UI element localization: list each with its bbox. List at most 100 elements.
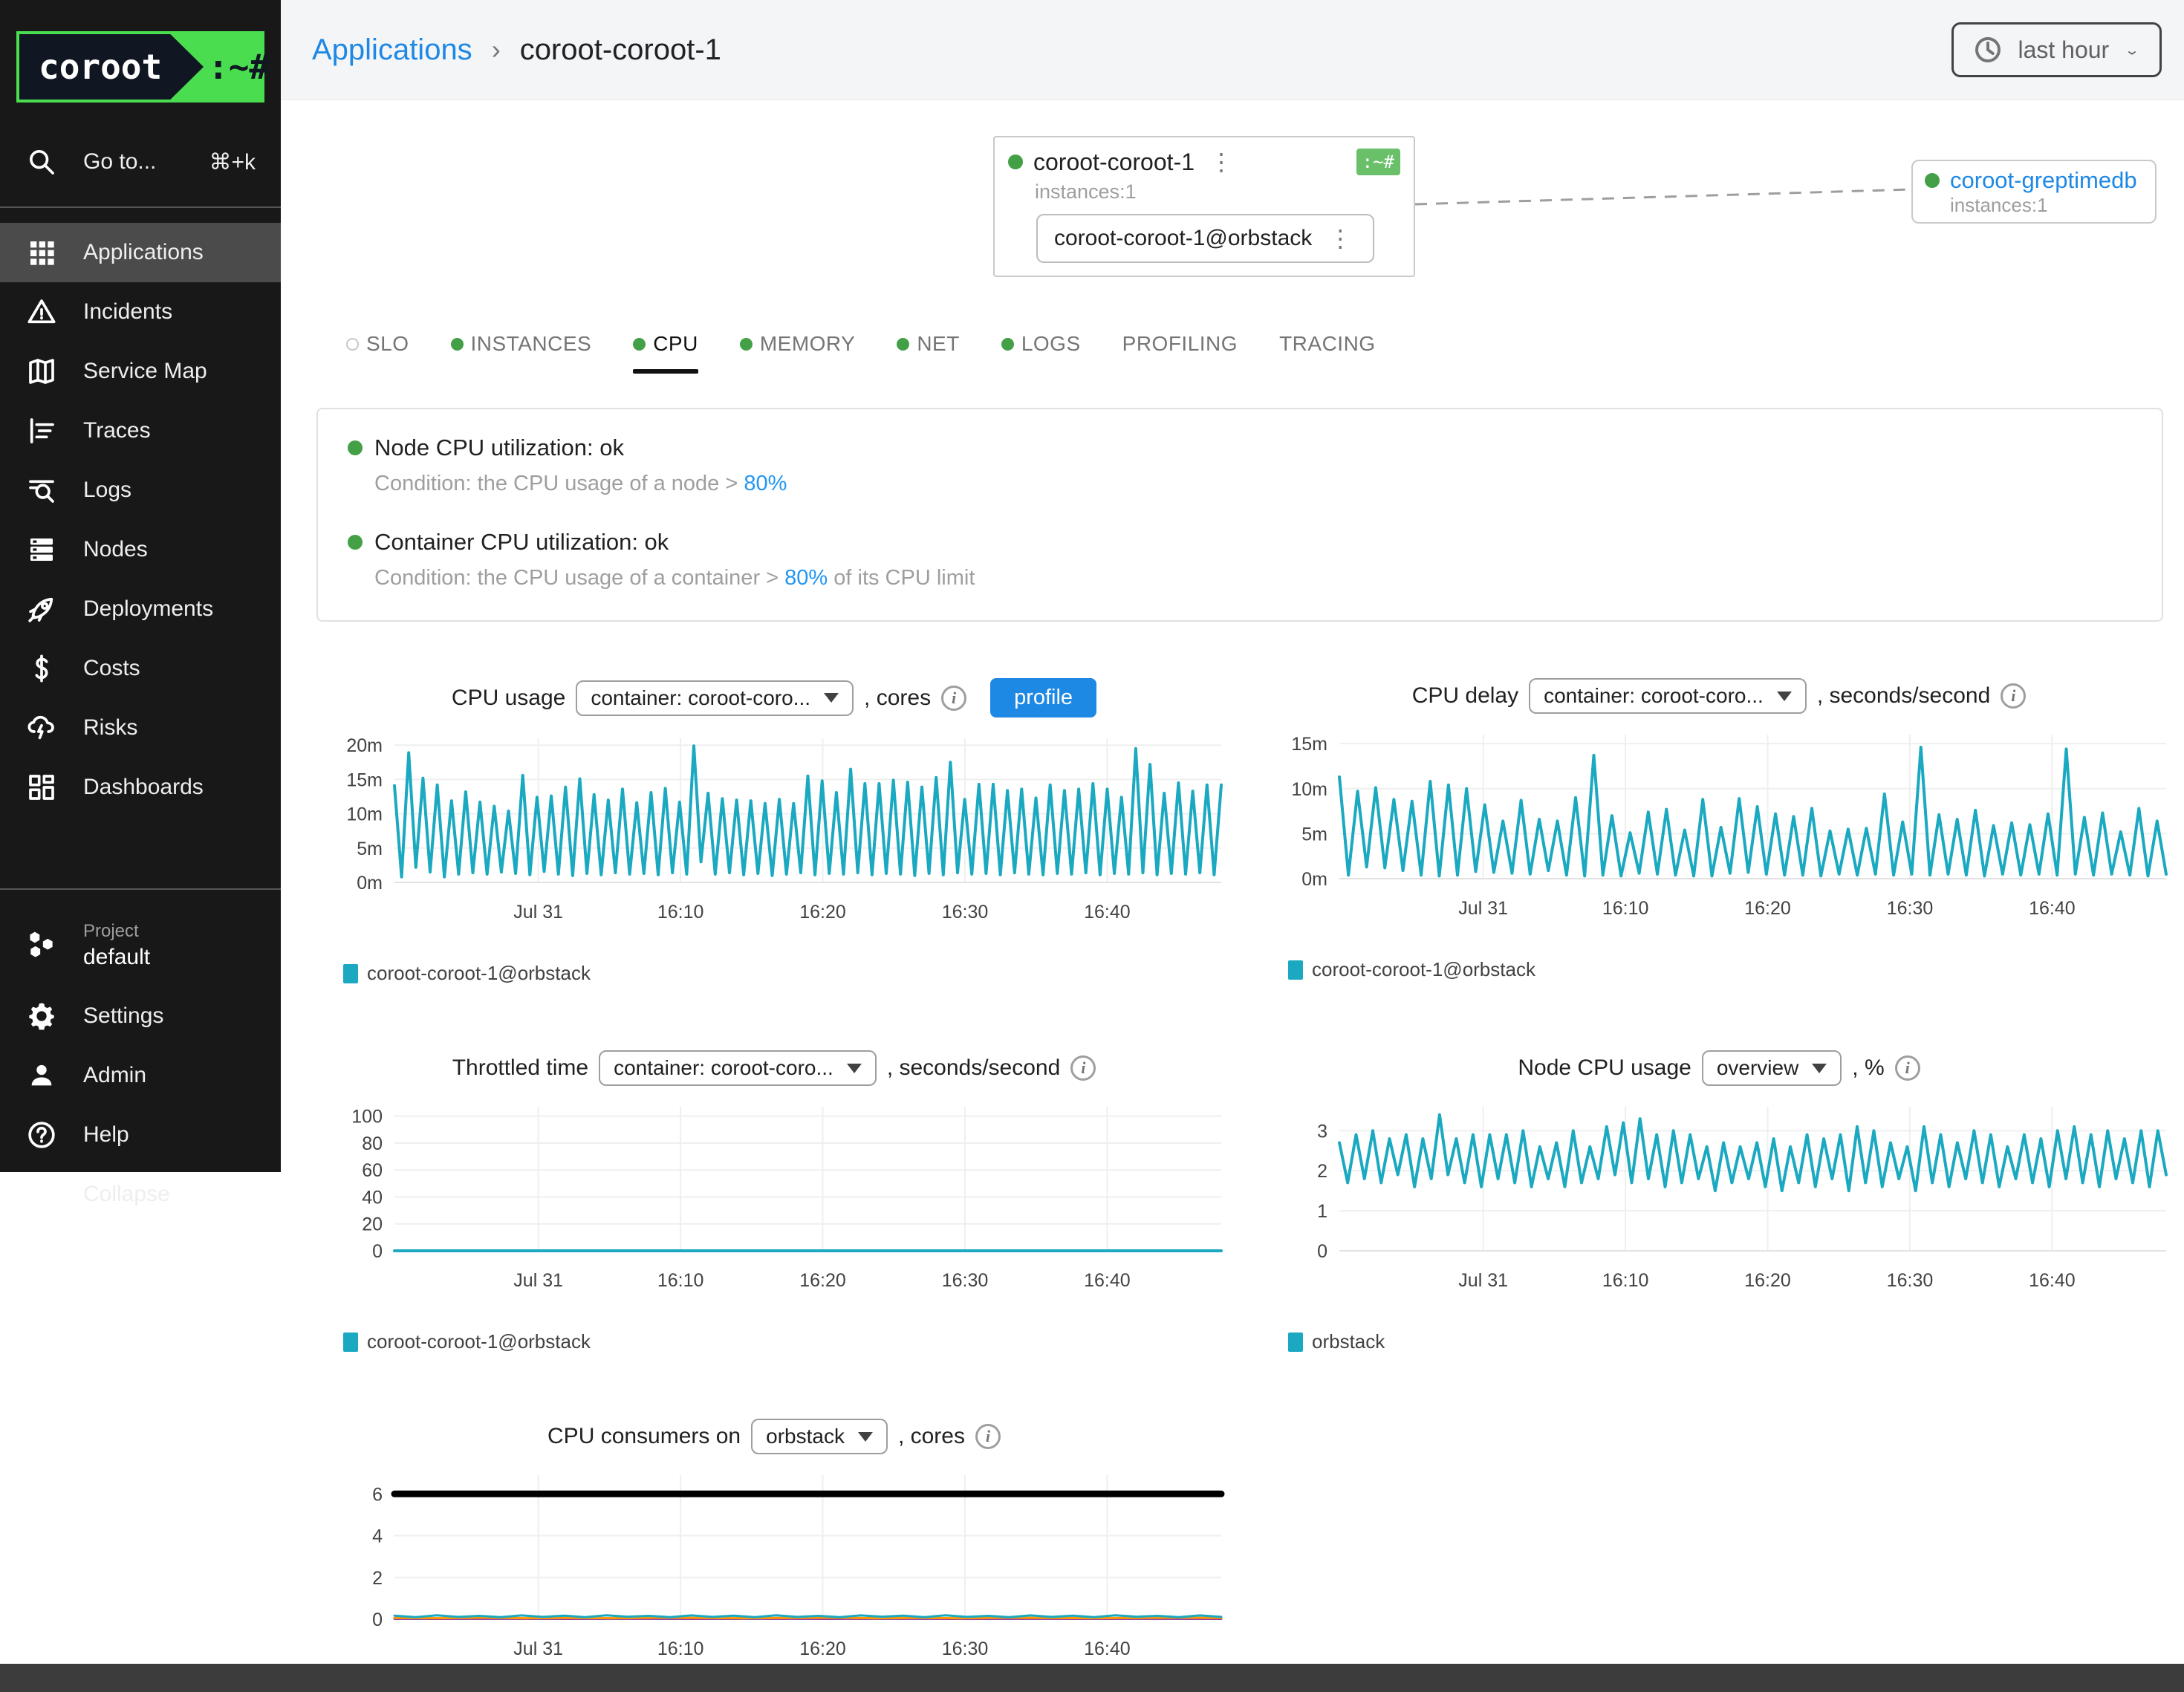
svg-text:5m: 5m xyxy=(1301,824,1327,845)
view-selector-dropdown[interactable]: overview xyxy=(1702,1050,1842,1086)
svg-text:16:20: 16:20 xyxy=(799,1639,846,1659)
traces-icon xyxy=(25,414,58,447)
svg-text:16:40: 16:40 xyxy=(1084,1639,1131,1659)
info-icon[interactable]: i xyxy=(975,1424,1001,1449)
linked-node-name[interactable]: coroot-greptimedb xyxy=(1950,167,2137,194)
svg-text:16:40: 16:40 xyxy=(2029,898,2076,919)
chart-title: CPU consumers on xyxy=(547,1424,741,1449)
svg-text:80: 80 xyxy=(362,1133,383,1154)
chart-title: Throttled time xyxy=(452,1055,588,1081)
linked-node-card[interactable]: coroot-greptimedb instances:1 xyxy=(1911,160,2157,224)
threshold-link[interactable]: 80% xyxy=(744,472,787,495)
svg-text:10m: 10m xyxy=(346,804,383,825)
sidebar-item-costs[interactable]: Costs xyxy=(0,639,281,698)
sidebar-item-collapse[interactable]: Collapse xyxy=(0,1165,281,1224)
svg-text:16:20: 16:20 xyxy=(1744,898,1791,919)
legend-label: coroot-coroot-1@orbstack xyxy=(367,962,591,985)
container-selector-dropdown[interactable]: container: coroot-coro... xyxy=(576,680,854,716)
dollar-icon xyxy=(25,652,58,685)
check-title: Container CPU utilization: ok xyxy=(374,529,669,556)
coroot-logo-suffix: :~# xyxy=(204,47,270,87)
sidebar-item-label: Logs xyxy=(83,478,131,503)
tab-label: LOGS xyxy=(1021,332,1081,356)
tab-cpu[interactable]: CPU xyxy=(621,325,710,374)
tab-label: TRACING xyxy=(1279,332,1376,356)
legend-swatch xyxy=(343,1333,358,1352)
sidebar-item-help[interactable]: Help xyxy=(0,1105,281,1165)
tab-profiling[interactable]: PROFILING xyxy=(1111,325,1249,374)
goto-label: Go to... xyxy=(83,149,156,175)
cpu-consumers-plot: Jul 3116:1016:2016:3016:400246 xyxy=(316,1465,1232,1688)
selector-value: orbstack xyxy=(766,1425,845,1448)
chart-title: CPU delay xyxy=(1412,683,1518,709)
legend-swatch xyxy=(343,964,358,983)
tab-label: SLO xyxy=(366,332,409,356)
tab-label: NET xyxy=(917,332,960,356)
chart-unit: , seconds/second xyxy=(887,1055,1060,1081)
coroot-logo[interactable]: coroot :~# xyxy=(16,31,264,103)
sidebar-item-traces[interactable]: Traces xyxy=(0,401,281,461)
svg-text:16:20: 16:20 xyxy=(799,1270,846,1291)
storm-cloud-icon xyxy=(25,712,58,744)
svg-text:10m: 10m xyxy=(1291,779,1327,800)
svg-text:16:30: 16:30 xyxy=(942,902,989,923)
info-icon[interactable]: i xyxy=(1070,1055,1096,1081)
threshold-link[interactable]: 80% xyxy=(784,566,828,590)
time-range-picker[interactable]: last hour ⌄ xyxy=(1951,22,2162,77)
goto-search[interactable]: Go to... ⌘+k xyxy=(0,132,281,192)
svg-text:16:10: 16:10 xyxy=(657,1639,704,1659)
sidebar-item-deployments[interactable]: Deployments xyxy=(0,579,281,639)
tab-status-dot xyxy=(346,338,359,351)
sidebar-item-label: Nodes xyxy=(83,537,148,562)
tab-instances[interactable]: INSTANCES xyxy=(439,325,604,374)
tab-memory[interactable]: MEMORY xyxy=(728,325,868,374)
chart-unit: , % xyxy=(1852,1055,1884,1081)
app-node-card[interactable]: coroot-coroot-1 ⋮ :~# instances:1 coroot… xyxy=(993,136,1415,277)
info-icon[interactable]: i xyxy=(941,686,966,711)
sidebar-divider xyxy=(0,206,281,208)
svg-text:16:10: 16:10 xyxy=(1602,898,1649,919)
tab-slo[interactable]: SLO xyxy=(334,325,421,374)
project-selector[interactable]: Project default xyxy=(0,905,281,986)
svg-text:16:20: 16:20 xyxy=(799,902,846,923)
legend-item: coroot-coroot-1@orbstack xyxy=(343,962,591,985)
tab-label: MEMORY xyxy=(760,332,856,356)
node-selector-dropdown[interactable]: orbstack xyxy=(751,1419,888,1454)
sidebar-item-settings[interactable]: Settings xyxy=(0,986,281,1046)
sidebar-item-label: Costs xyxy=(83,656,140,681)
profile-button[interactable]: profile xyxy=(990,678,1096,718)
tab-tracing[interactable]: TRACING xyxy=(1267,325,1388,374)
sidebar-item-nodes[interactable]: Nodes xyxy=(0,520,281,579)
selector-value: container: coroot-coro... xyxy=(1544,684,1764,708)
tab-net[interactable]: NET xyxy=(885,325,972,374)
sidebar-item-risks[interactable]: Risks xyxy=(0,698,281,758)
check-condition: Condition: the CPU usage of a container … xyxy=(374,566,784,590)
tab-logs[interactable]: LOGS xyxy=(989,325,1093,374)
chart-cpu-consumers: CPU consumers on orbstack , cores i Jul … xyxy=(316,1419,1232,1692)
breadcrumb-applications-link[interactable]: Applications xyxy=(312,33,472,67)
tab-status-dot xyxy=(740,338,753,351)
sidebar-item-dashboards[interactable]: Dashboards xyxy=(0,758,281,817)
goto-shortcut: ⌘+k xyxy=(209,149,256,175)
kebab-menu-icon[interactable]: ⋮ xyxy=(1205,148,1238,176)
container-selector-dropdown[interactable]: container: coroot-coro... xyxy=(1529,678,1807,714)
kebab-menu-icon[interactable]: ⋮ xyxy=(1324,224,1356,253)
sidebar-item-logs[interactable]: Logs xyxy=(0,461,281,520)
sidebar-item-label: Help xyxy=(83,1122,129,1148)
sidebar-item-applications[interactable]: Applications xyxy=(0,223,281,282)
chart-cpu-delay: CPU delay container: coroot-coro... , se… xyxy=(1261,678,2177,985)
instance-name: coroot-coroot-1@orbstack xyxy=(1054,226,1312,251)
container-selector-dropdown[interactable]: container: coroot-coro... xyxy=(599,1050,877,1086)
sidebar-item-admin[interactable]: Admin xyxy=(0,1046,281,1105)
svg-text:16:40: 16:40 xyxy=(1084,902,1131,923)
info-icon[interactable]: i xyxy=(1895,1055,1920,1081)
instance-chip[interactable]: coroot-coroot-1@orbstack ⋮ xyxy=(1036,214,1374,263)
sidebar-item-label: Collapse xyxy=(83,1182,170,1207)
info-icon[interactable]: i xyxy=(2001,683,2026,709)
svg-text:3: 3 xyxy=(1317,1121,1327,1142)
svg-text:16:10: 16:10 xyxy=(1602,1270,1649,1291)
sidebar-item-service-map[interactable]: Service Map xyxy=(0,342,281,401)
tab-status-dot xyxy=(897,338,909,351)
tab-label: INSTANCES xyxy=(471,332,592,356)
sidebar-item-incidents[interactable]: Incidents xyxy=(0,282,281,342)
